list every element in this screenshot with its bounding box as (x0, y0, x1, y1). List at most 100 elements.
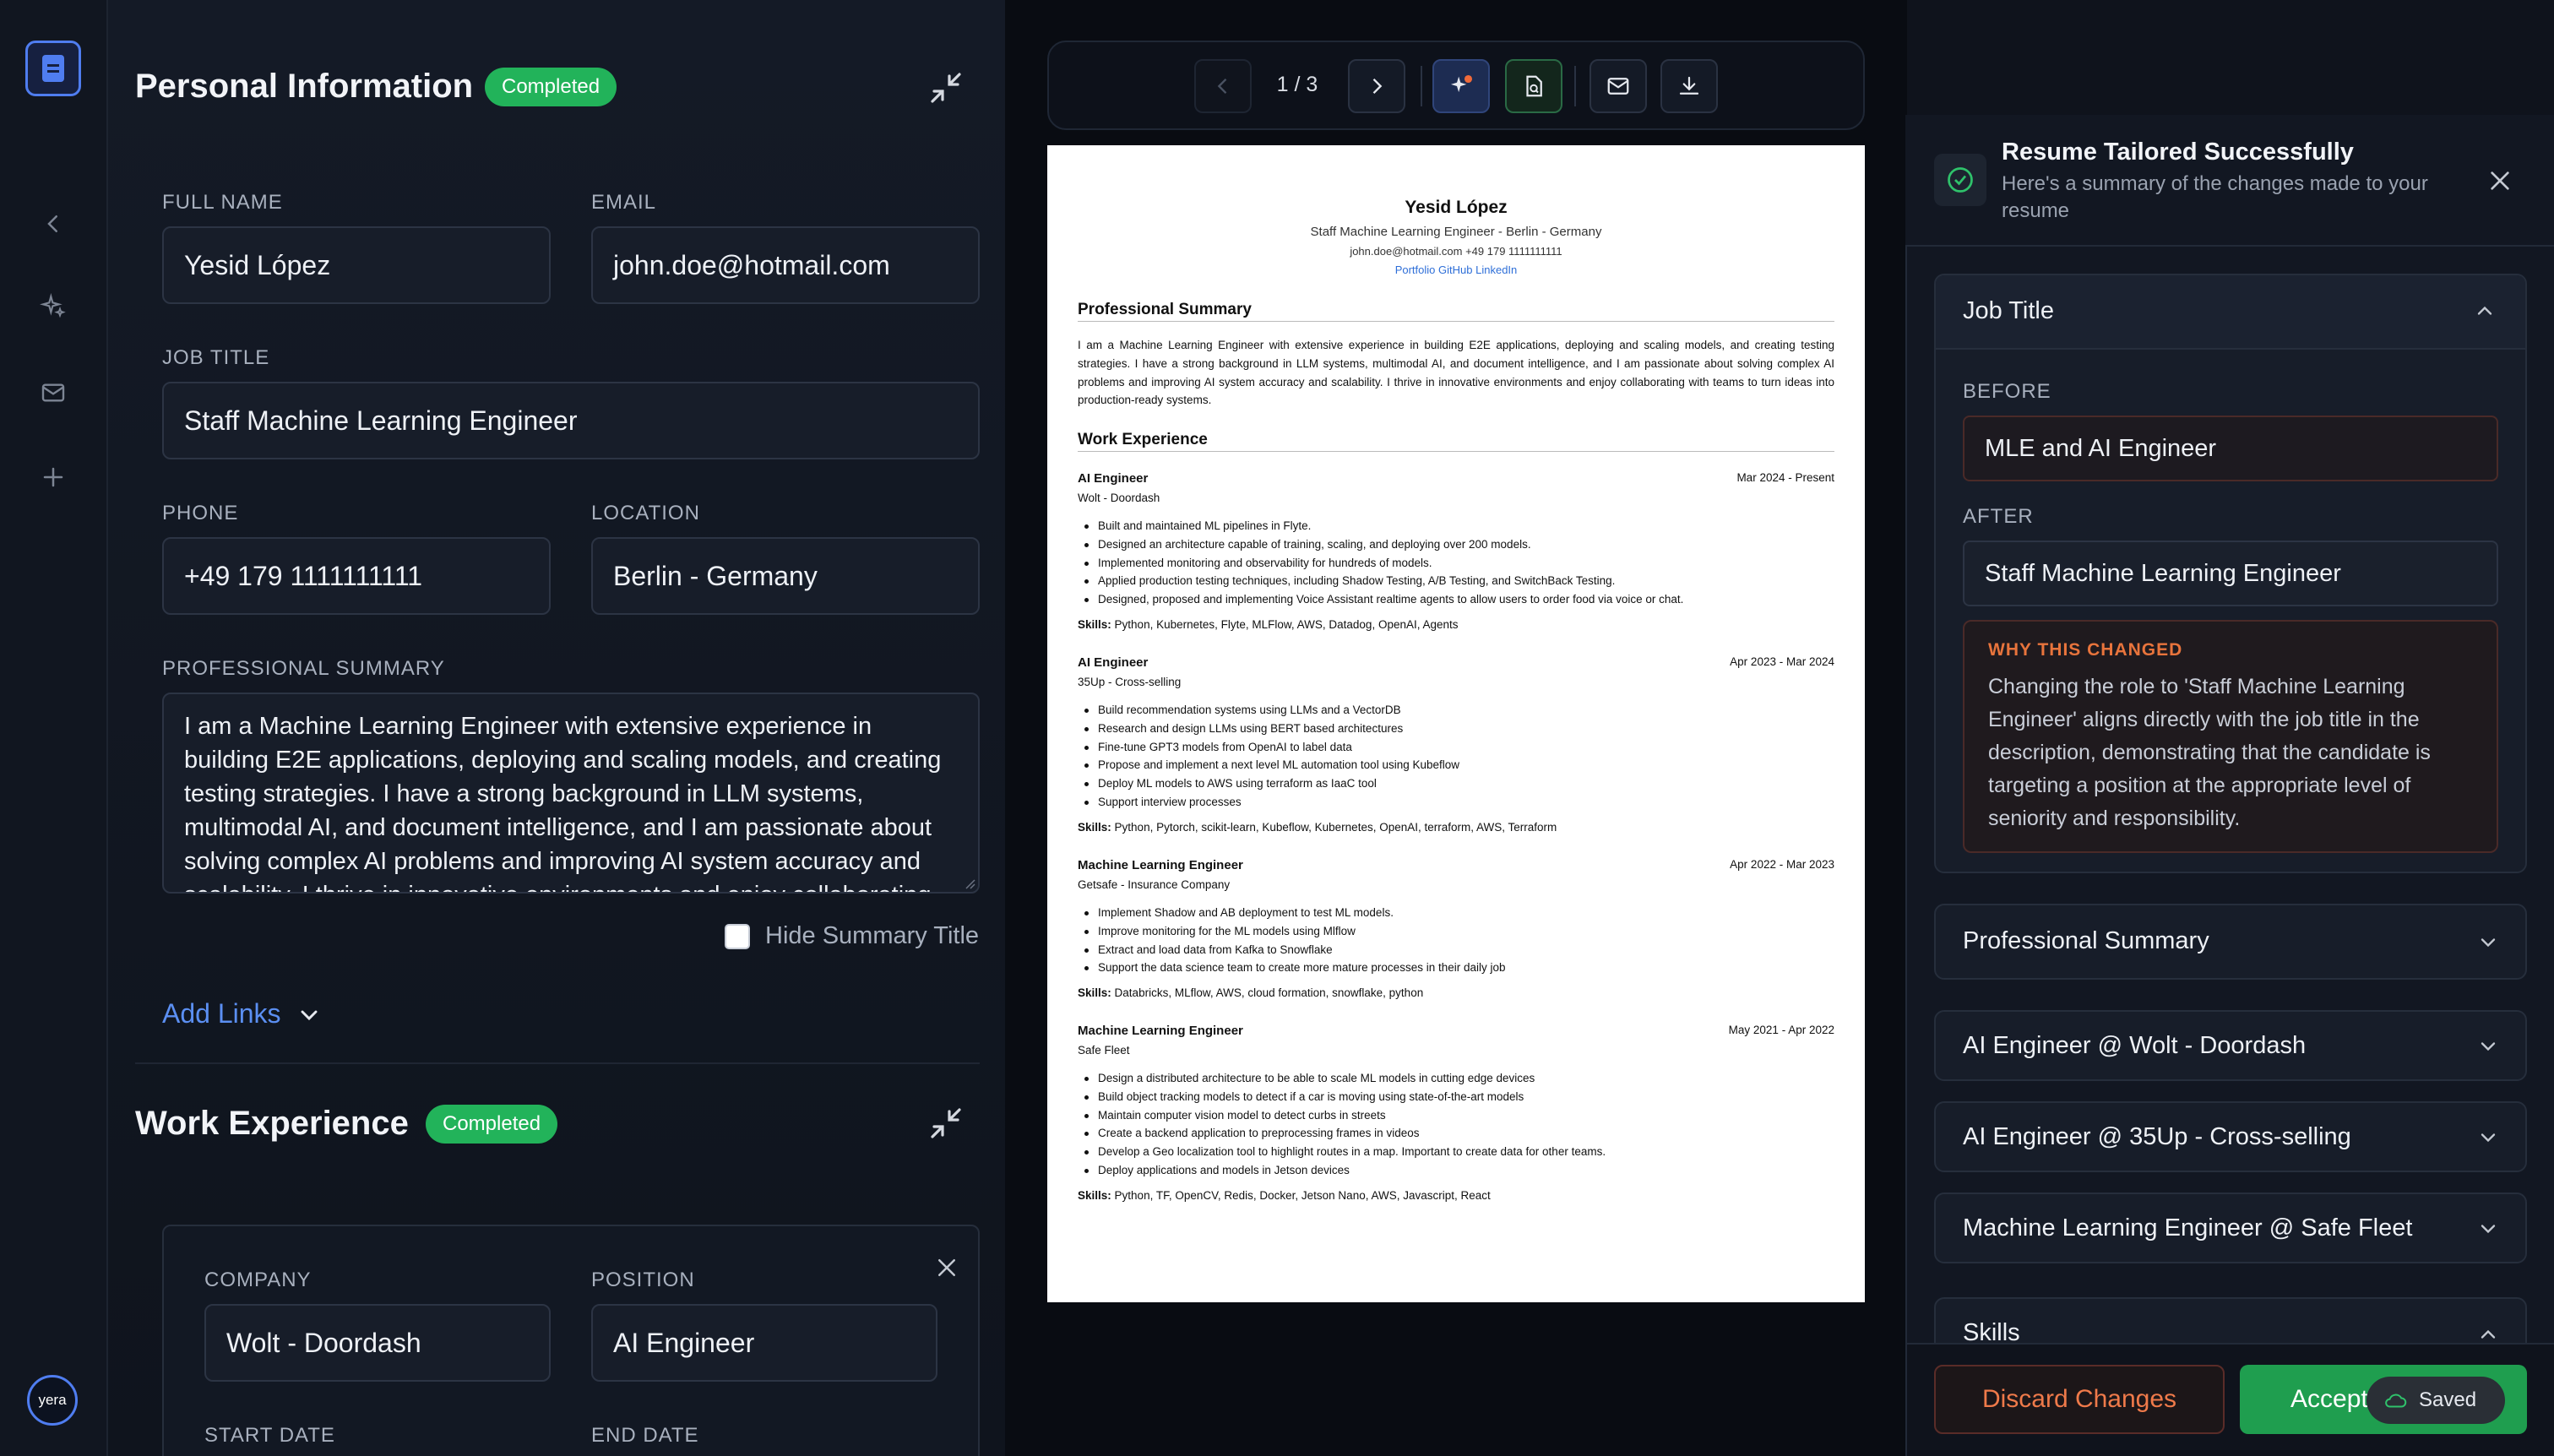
prev-page-button[interactable] (1194, 59, 1252, 113)
job-bullet: Extract and load data from Kafka to Snow… (1078, 941, 1506, 959)
section-rule (1078, 321, 1834, 322)
next-page-button[interactable] (1348, 59, 1405, 113)
job-bullet: Support the data science team to create … (1078, 959, 1506, 977)
job-dates: Mar 2024 - Present (1736, 471, 1834, 484)
company-label: COMPANY (204, 1269, 312, 1291)
chevron-down-icon (2481, 1042, 2496, 1051)
resume-link-github[interactable]: GitHub (1438, 263, 1472, 276)
collapse-work-icon[interactable] (922, 1100, 970, 1147)
end-date-label: END DATE (591, 1424, 699, 1447)
resume-link-portfolio[interactable]: Portfolio (1395, 263, 1436, 276)
skills-label: Skills: (1078, 986, 1111, 999)
accordion-label: AI Engineer @ Wolt - Doordash (1963, 1032, 2307, 1059)
app-logo-icon[interactable] (25, 41, 81, 96)
accordion-professional-summary[interactable]: Professional Summary (1934, 904, 2527, 980)
before-label: BEFORE (1963, 380, 2051, 403)
resume-link-linkedin[interactable]: LinkedIn (1475, 263, 1517, 276)
full-name-label: FULL NAME (162, 191, 283, 214)
toolbar-separator (1421, 66, 1422, 106)
ai-tailor-button[interactable] (1432, 59, 1490, 113)
job-bullet: Support interview processes (1078, 793, 1459, 812)
skills-label: Skills: (1078, 618, 1111, 631)
plus-icon[interactable] (34, 458, 73, 497)
company-field[interactable]: Wolt - Doordash (204, 1304, 551, 1382)
add-links-chevron-icon[interactable] (296, 1002, 323, 1029)
accordion-label: Machine Learning Engineer @ Safe Fleet (1963, 1214, 2413, 1241)
work-status-badge: Completed (426, 1105, 558, 1144)
full-name-field[interactable]: Yesid López (162, 226, 551, 304)
job-company: Wolt - Doordash (1078, 492, 1160, 504)
sparkles-icon[interactable] (34, 287, 73, 326)
job-bullet: Build recommendation systems using LLMs … (1078, 701, 1459, 720)
saved-indicator: Saved (2367, 1377, 2505, 1424)
job-bullet: Develop a Geo localization tool to highl… (1078, 1143, 1606, 1161)
job-dates: May 2021 - Apr 2022 (1728, 1024, 1834, 1036)
job-title: Machine Learning Engineer (1078, 1024, 1243, 1038)
mail-button[interactable] (1589, 59, 1647, 113)
location-label: LOCATION (591, 502, 700, 524)
section-rule (1078, 451, 1834, 452)
why-changed-label: WHY THIS CHANGED (1988, 640, 2183, 660)
accordion-safe-fleet[interactable]: Machine Learning Engineer @ Safe Fleet (1934, 1193, 2527, 1263)
accordion-job-title-label: Job Title (1963, 297, 2054, 324)
close-panel-icon[interactable] (2486, 167, 2513, 194)
page-indicator: 1 / 3 (1276, 73, 1318, 96)
job-bullet: Create a backend application to preproce… (1078, 1124, 1606, 1143)
accordion-label: AI Engineer @ 35Up - Cross-selling (1963, 1123, 2351, 1150)
app-sidebar: yera (0, 0, 108, 1456)
start-date-label: START DATE (204, 1424, 335, 1447)
job-company: Safe Fleet (1078, 1044, 1130, 1057)
chevron-down-icon (2481, 938, 2496, 948)
after-label: AFTER (1963, 505, 2034, 528)
job-bullet: Build object tracking models to detect i… (1078, 1088, 1606, 1106)
mail-icon[interactable] (34, 373, 73, 412)
back-chevron-icon[interactable] (34, 204, 73, 243)
job-bullet: Design a distributed architecture to be … (1078, 1069, 1606, 1088)
job-skills: Skills: Databricks, MLflow, AWS, cloud f… (1078, 986, 1423, 999)
add-links-button[interactable]: Add Links (162, 998, 281, 1030)
toolbar-separator (1574, 66, 1576, 106)
hide-summary-checkbox[interactable] (725, 924, 750, 949)
job-bullets: Implement Shadow and AB deployment to te… (1078, 904, 1506, 977)
hide-summary-label: Hide Summary Title (765, 922, 980, 949)
job-bullet: Maintain computer vision model to detect… (1078, 1106, 1606, 1125)
phone-field[interactable]: +49 179 1111111111 (162, 537, 551, 615)
resume-summary-text: I am a Machine Learning Engineer with ex… (1078, 339, 1834, 407)
remove-entry-icon[interactable] (934, 1255, 959, 1280)
download-button[interactable] (1660, 59, 1718, 113)
accordion-wolt[interactable]: AI Engineer @ Wolt - Doordash (1934, 1010, 2527, 1081)
discard-changes-button[interactable]: Discard Changes (1934, 1365, 2225, 1434)
work-experience-title: Work Experience (135, 1105, 409, 1142)
resume-headline: Staff Machine Learning Engineer - Berlin… (1310, 225, 1602, 239)
avatar[interactable]: yera (27, 1375, 78, 1426)
email-label: EMAIL (591, 191, 657, 214)
panel-subtitle: Here's a summary of the changes made to … (2002, 172, 2428, 222)
chevron-down-icon (2481, 1225, 2496, 1234)
email-field[interactable]: john.doe@hotmail.com (591, 226, 980, 304)
job-bullet: Designed an architecture capable of trai… (1078, 535, 1683, 554)
collapse-personal-icon[interactable] (922, 64, 970, 111)
resize-handle-icon[interactable] (963, 877, 976, 890)
chevron-up-icon[interactable] (2473, 299, 2497, 323)
job-bullet: Research and design LLMs using BERT base… (1078, 720, 1459, 738)
job-skills: Skills: Python, Pytorch, scikit-learn, K… (1078, 821, 1557, 834)
job-title-label: JOB TITLE (162, 346, 270, 369)
job-title-field[interactable]: Staff Machine Learning Engineer (162, 382, 980, 459)
summary-textarea[interactable]: I am a Machine Learning Engineer with ex… (162, 693, 980, 894)
accordion-35up[interactable]: AI Engineer @ 35Up - Cross-selling (1934, 1101, 2527, 1172)
job-skills: Skills: Python, TF, OpenCV, Redis, Docke… (1078, 1189, 1491, 1202)
job-company: Getsafe - Insurance Company (1078, 878, 1231, 891)
view-document-button[interactable] (1505, 59, 1562, 113)
position-field[interactable]: AI Engineer (591, 1304, 937, 1382)
location-field[interactable]: Berlin - Germany (591, 537, 980, 615)
resume-links: Portfolio GitHub LinkedIn (1047, 263, 1865, 276)
saved-label: Saved (2419, 1388, 2477, 1411)
position-label: POSITION (591, 1269, 695, 1291)
skills-list: Databricks, MLflow, AWS, cloud formation… (1114, 986, 1424, 999)
panel-title: Resume Tailored Successfully (2002, 139, 2354, 166)
why-changed-text: Changing the role to 'Staff Machine Lear… (1988, 675, 2431, 830)
skills-label: Skills: (1078, 821, 1111, 834)
skills-list: Python, Kubernetes, Flyte, MLFlow, AWS, … (1114, 618, 1459, 631)
personal-status-badge: Completed (485, 68, 617, 106)
cloud-check-icon (2385, 1394, 2407, 1408)
